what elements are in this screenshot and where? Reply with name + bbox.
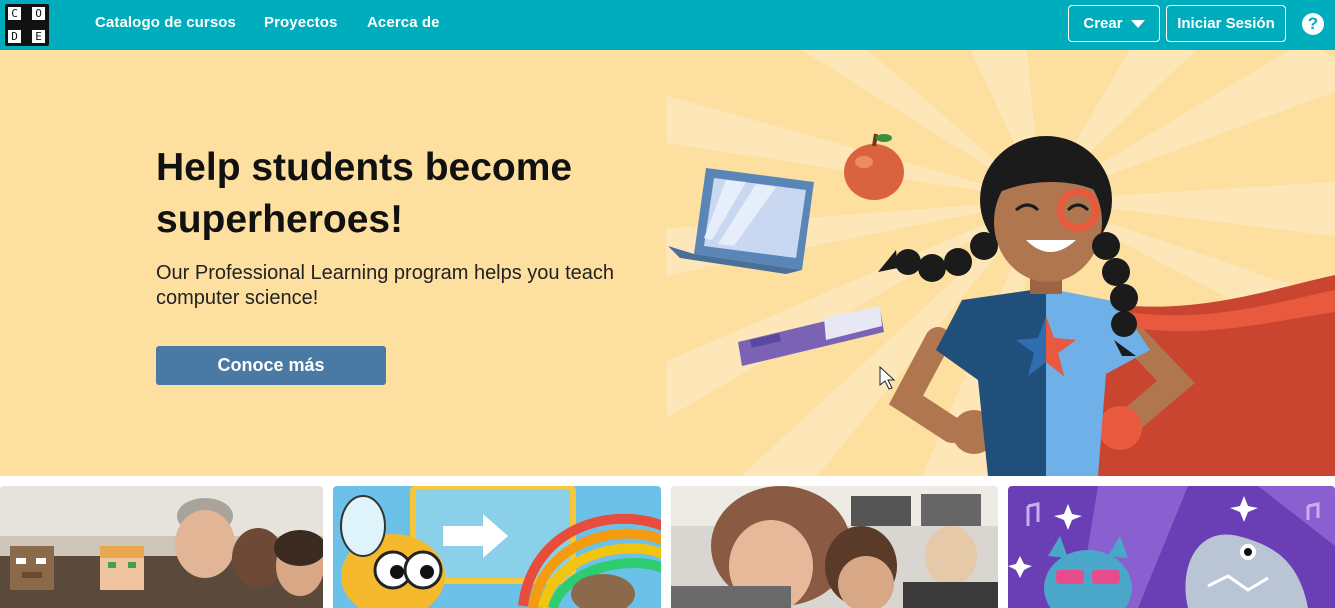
caret-down-icon <box>1130 19 1145 28</box>
nav-link-course-catalog[interactable]: Catalogo de cursos <box>95 14 236 31</box>
code-logo[interactable]: C O D E <box>5 4 49 46</box>
students-photo <box>0 486 323 608</box>
logo-letter: C <box>8 7 21 20</box>
hero-banner: Help students become superheroes! Our Pr… <box>0 50 1335 476</box>
nav-link-about[interactable]: Acerca de <box>367 14 440 31</box>
learn-more-button[interactable]: Conoce más <box>156 346 386 385</box>
superhero-girl <box>878 136 1195 476</box>
dance-party-art <box>1008 486 1335 608</box>
dance-party-card[interactable] <box>1008 486 1335 608</box>
sign-in-button[interactable]: Iniciar Sesión <box>1166 5 1286 42</box>
nav-link-projects[interactable]: Proyectos <box>264 14 337 31</box>
laptop-icon <box>668 168 814 274</box>
apple-icon <box>844 133 904 200</box>
create-dropdown-button[interactable]: Crear <box>1068 5 1160 42</box>
logo-letter: E <box>32 30 45 43</box>
teacher-classroom-card[interactable] <box>671 486 998 608</box>
hero-subtitle: Our Professional Learning program helps … <box>156 262 615 309</box>
bee-game-art <box>333 486 661 608</box>
classroom-photo <box>671 486 998 608</box>
bee-game-card[interactable] <box>333 486 661 608</box>
sign-in-label: Iniciar Sesión <box>1177 15 1275 32</box>
superhero-student-illustration <box>666 50 1335 476</box>
top-navigation-bar: C O D E Catalogo de cursos Proyectos Ace… <box>0 0 1335 50</box>
minecraft-students-card[interactable] <box>0 486 323 608</box>
logo-letter: O <box>32 7 45 20</box>
help-icon[interactable]: ? <box>1302 13 1324 35</box>
hero-title: Help students become superheroes! <box>156 146 573 241</box>
logo-letter: D <box>8 30 21 43</box>
create-button-label: Crear <box>1083 15 1123 32</box>
